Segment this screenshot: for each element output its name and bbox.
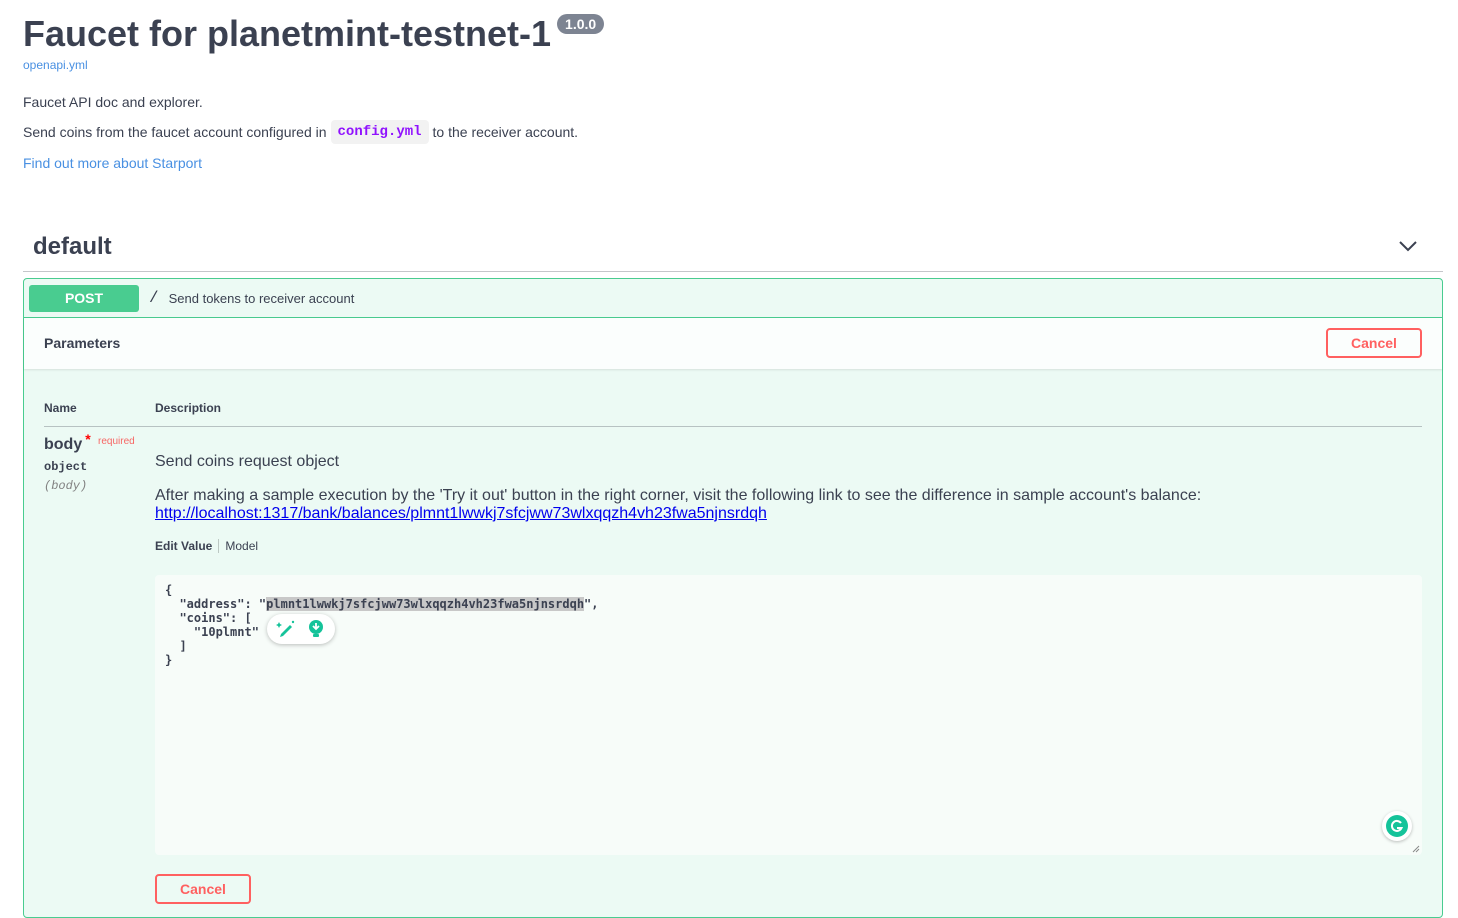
editor-line: {: [165, 583, 173, 597]
parameters-header: Parameters Cancel: [24, 318, 1442, 369]
param-location: (body): [44, 479, 88, 493]
tab-edit-value[interactable]: Edit Value: [155, 539, 212, 553]
column-header-name: Name: [44, 401, 77, 415]
param-note-text: After making a sample execution by the '…: [155, 487, 1202, 504]
tab-separator: [218, 539, 220, 553]
version-badge: 1.0.0: [557, 14, 605, 34]
param-name-text: body: [44, 436, 83, 453]
operation-post: POST / Send tokens to receiver account P…: [23, 278, 1443, 918]
operation-summary[interactable]: POST / Send tokens to receiver account: [24, 279, 1442, 318]
param-type: object: [44, 460, 88, 474]
editor-line: ]: [165, 639, 187, 653]
param-description: Send coins request object: [155, 453, 340, 470]
editor-line: ",: [584, 597, 599, 611]
tab-model[interactable]: Model: [225, 539, 258, 553]
column-header-description: Description: [155, 401, 222, 415]
required-label: required: [98, 436, 135, 447]
api-info: Faucet for planetmint-testnet-1 1.0.0 op…: [23, 12, 1443, 171]
external-docs-link[interactable]: Find out more about Starport: [23, 155, 202, 171]
grammarly-g-icon: [1386, 815, 1408, 837]
grammarly-popup[interactable]: [267, 614, 335, 644]
editor-line: }: [165, 653, 173, 667]
page-title: Faucet for planetmint-testnet-1: [23, 13, 552, 54]
desc-text-after: to the receiver account.: [432, 124, 579, 140]
grammarly-icon[interactable]: [1382, 811, 1412, 841]
chevron-down-icon[interactable]: [1397, 237, 1419, 255]
api-description-config: Send coins from the faucet account confi…: [23, 120, 578, 144]
required-asterisk: *: [85, 431, 91, 447]
config-file-code: config.yml: [330, 120, 429, 144]
cancel-try-button[interactable]: Cancel: [1326, 328, 1422, 358]
param-note: After making a sample execution by the '…: [155, 487, 1415, 523]
editor-line: "10plmnt": [165, 625, 259, 639]
request-body-editor[interactable]: { "address": "plmnt1lwwkj7sfcjww73wlxqqz…: [155, 575, 1422, 855]
value-tabs: Edit Value Model: [155, 539, 258, 553]
editor-line: "coins": [: [165, 611, 252, 625]
desc-text-before: Send coins from the faucet account confi…: [23, 124, 327, 140]
section-title: default: [33, 233, 112, 260]
cancel-button[interactable]: Cancel: [155, 874, 251, 904]
api-description: Faucet API doc and explorer.: [23, 94, 203, 110]
http-method-badge: POST: [29, 284, 139, 312]
param-name: body *: [44, 431, 91, 454]
header-divider: [44, 426, 1422, 427]
title-row: Faucet for planetmint-testnet-1 1.0.0: [23, 12, 1443, 56]
pencil-sparkle-icon[interactable]: [275, 618, 297, 640]
openapi-spec-link[interactable]: openapi.yml: [23, 58, 1443, 72]
selected-address-text: plmnt1lwwkj7sfcjww73wlxqqzh4vh23fwa5njns…: [266, 597, 585, 611]
operation-path: /: [149, 289, 159, 307]
lightbulb-icon[interactable]: [305, 618, 327, 640]
tag-section-default[interactable]: default: [23, 225, 1443, 272]
editor-line: "address": ": [165, 597, 267, 611]
balance-link[interactable]: http://localhost:1317/bank/balances/plmn…: [155, 505, 767, 522]
resize-handle-icon[interactable]: [1412, 845, 1420, 853]
operation-summary-text: Send tokens to receiver account: [168, 290, 355, 306]
parameters-title: Parameters: [44, 335, 121, 351]
